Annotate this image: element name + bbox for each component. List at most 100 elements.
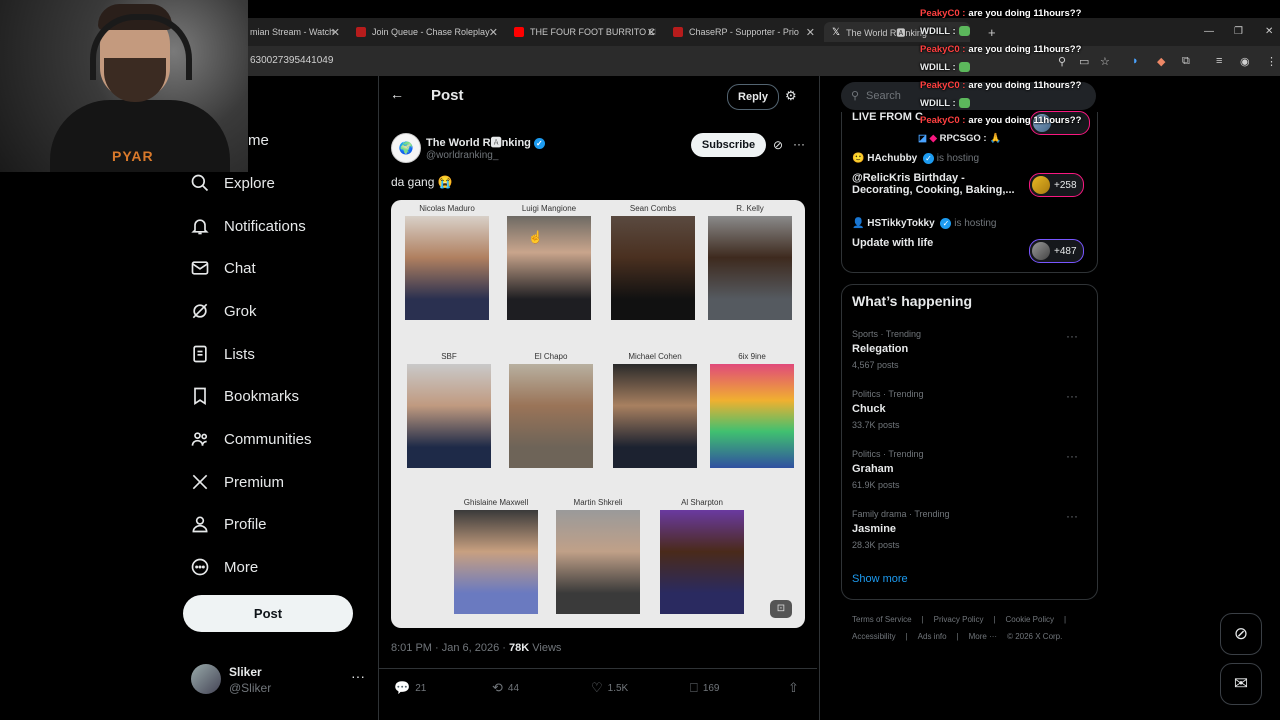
- nav-profile[interactable]: Profile: [190, 507, 267, 541]
- close-tab-icon[interactable]: ✕: [331, 26, 340, 39]
- extension-icon[interactable]: ◆: [1157, 55, 1165, 68]
- search-icon: [191, 174, 209, 192]
- chat-text: are you doing 11hours??: [968, 8, 1082, 19]
- post-image[interactable]: Nicolas Maduro Luigi Mangione Sean Combs…: [391, 200, 805, 628]
- verified-badge-icon: ✓: [923, 153, 935, 164]
- person-name: SBF: [441, 352, 457, 361]
- nav-bookmarks[interactable]: Bookmarks: [190, 379, 299, 413]
- youtube-icon: [514, 27, 524, 37]
- person-name: Luigi Mangione: [521, 204, 577, 213]
- live-listeners-pill[interactable]: +258: [1029, 173, 1084, 197]
- live-listeners-pill[interactable]: +487: [1029, 239, 1084, 263]
- search-icon: ⚲: [851, 90, 860, 102]
- footer-link[interactable]: Accessibility: [852, 632, 896, 641]
- live-title[interactable]: @RelicKris Birthday - Decorating, Cookin…: [852, 172, 1022, 196]
- footer-link[interactable]: Cookie Policy: [1006, 615, 1054, 624]
- zoom-icon[interactable]: ⚲: [1058, 55, 1066, 68]
- divider: [379, 668, 817, 669]
- nav-chat[interactable]: Chat: [190, 251, 256, 285]
- repost-action[interactable]: ⟲ 44: [492, 680, 519, 696]
- post-button[interactable]: Post: [183, 595, 353, 632]
- puzzle-icon[interactable]: ⧉: [1182, 55, 1190, 68]
- like-action[interactable]: ♡ 1.5K: [591, 680, 628, 696]
- tab-title: THE FOUR FOOT BURRITO CHA: [530, 27, 656, 37]
- nav-lists[interactable]: Lists: [190, 337, 255, 371]
- url-field[interactable]: 630027395441049: [250, 55, 333, 66]
- chat-user: PeakyC0 :: [920, 115, 966, 126]
- footer-link[interactable]: Privacy Policy: [934, 615, 984, 624]
- trend-item[interactable]: Politics · Trending Chuck 33.7K posts ··…: [852, 389, 1086, 444]
- nav-grok[interactable]: Grok: [190, 294, 257, 328]
- reply-button[interactable]: Reply: [727, 84, 779, 110]
- close-window-icon[interactable]: ✕: [1265, 26, 1273, 37]
- close-tab-icon[interactable]: ✕: [647, 26, 656, 39]
- restore-icon[interactable]: ❐: [1234, 26, 1243, 37]
- trend-item[interactable]: Sports · Trending Relegation 4,567 posts…: [852, 329, 1086, 384]
- nav-explore[interactable]: Explore: [190, 166, 275, 200]
- x-icon: [192, 474, 208, 490]
- browser-tab-3[interactable]: THE FOUR FOOT BURRITO CHA ✕: [514, 22, 656, 42]
- bookmark-action[interactable]: ⎕ 169: [690, 680, 720, 696]
- more-dots-icon[interactable]: ···: [1066, 509, 1078, 523]
- trend-item[interactable]: Family drama · Trending Jasmine 28.3K po…: [852, 509, 1086, 564]
- bookmark-count: 169: [702, 682, 720, 694]
- cast-icon[interactable]: ▭: [1079, 55, 1089, 68]
- host-label: is hosting: [936, 153, 980, 165]
- footer-link[interactable]: More ···: [969, 632, 997, 641]
- nav-more[interactable]: More: [190, 550, 258, 584]
- image-options-icon[interactable]: ⊡: [770, 600, 792, 618]
- browser-tab-2[interactable]: Join Queue - Chase Roleplay ✕: [356, 22, 498, 42]
- author-avatar[interactable]: 🌍: [391, 133, 421, 163]
- footer-links: Terms of Service | Privacy Policy | Cookie P…: [852, 615, 1076, 624]
- menu-list-icon[interactable]: ≡: [1216, 55, 1222, 67]
- chat-message: WDILL :: [920, 98, 970, 109]
- footer-link[interactable]: Terms of Service: [852, 615, 912, 624]
- share-action[interactable]: ⇧: [788, 680, 799, 696]
- nav-premium[interactable]: Premium: [190, 465, 284, 499]
- author-handle[interactable]: @worldranking_: [426, 150, 498, 161]
- whats-happening-title: What’s happening: [852, 293, 973, 309]
- new-tab-button[interactable]: +: [988, 22, 1000, 42]
- messages-fab-button[interactable]: ✉: [1220, 663, 1262, 705]
- nav-communities[interactable]: Communities: [190, 422, 312, 456]
- profile-avatar-icon[interactable]: ◉: [1240, 55, 1250, 68]
- live-title[interactable]: Update with life: [852, 237, 1022, 249]
- extension-icon[interactable]: ◗: [1132, 55, 1139, 67]
- browser-tab-1[interactable]: mian Stream - Watch ✕: [250, 22, 340, 42]
- footer-links: Accessibility | Ads info | More ··· © 2026 X …: [852, 632, 1072, 641]
- more-dots-icon[interactable]: ···: [793, 137, 805, 151]
- verified-badge-icon: ✓: [533, 137, 545, 149]
- more-dots-icon[interactable]: ···: [1066, 389, 1078, 403]
- star-icon[interactable]: ☆: [1100, 55, 1110, 68]
- grok-icon[interactable]: ⊘: [773, 138, 783, 152]
- minimize-icon[interactable]: —: [1204, 26, 1214, 37]
- host-label: is hosting: [954, 218, 997, 230]
- back-arrow-icon[interactable]: ←: [390, 86, 404, 102]
- trend-item[interactable]: Politics · Trending Graham 61.9K posts ·…: [852, 449, 1086, 504]
- listener-count: +258: [1054, 179, 1077, 191]
- chat-text: 🙏: [989, 133, 1002, 144]
- close-tab-icon[interactable]: ✕: [806, 26, 815, 39]
- show-more-link[interactable]: Show more: [852, 573, 908, 585]
- browser-menu-icon[interactable]: ⋮: [1266, 55, 1277, 68]
- footer-link[interactable]: Ads info: [918, 632, 947, 641]
- grok-fab-button[interactable]: ⊘: [1220, 613, 1262, 655]
- account-switcher[interactable]: Sliker @Sliker ···: [191, 662, 367, 696]
- nav-home-label: me: [248, 131, 269, 149]
- footer-sep: |: [956, 632, 959, 641]
- nav-notifications[interactable]: Notifications: [190, 209, 306, 243]
- settings-sliders-icon[interactable]: ⚙: [785, 88, 797, 104]
- more-dots-icon[interactable]: ···: [1066, 329, 1078, 343]
- person-name: 6ix 9ine: [738, 352, 766, 361]
- more-dots-icon[interactable]: ···: [1066, 449, 1078, 463]
- chat-message: ◪ ◆ RPCSGO : 🙏: [918, 133, 1001, 144]
- image-person: Nicolas Maduro: [404, 202, 490, 320]
- nav-home[interactable]: me: [248, 123, 269, 157]
- author-name-row[interactable]: The World R🅰nking ✓: [426, 134, 545, 150]
- subscribe-button[interactable]: Subscribe: [691, 133, 766, 157]
- chat-message: PeakyC0 : are you doing 11hours??: [920, 80, 1081, 91]
- close-tab-icon[interactable]: ✕: [489, 26, 498, 39]
- mail-icon: [191, 261, 209, 275]
- reply-action[interactable]: 💬 21: [394, 680, 426, 696]
- browser-tab-4[interactable]: ChaseRP - Supporter - Prio ✕: [673, 22, 815, 42]
